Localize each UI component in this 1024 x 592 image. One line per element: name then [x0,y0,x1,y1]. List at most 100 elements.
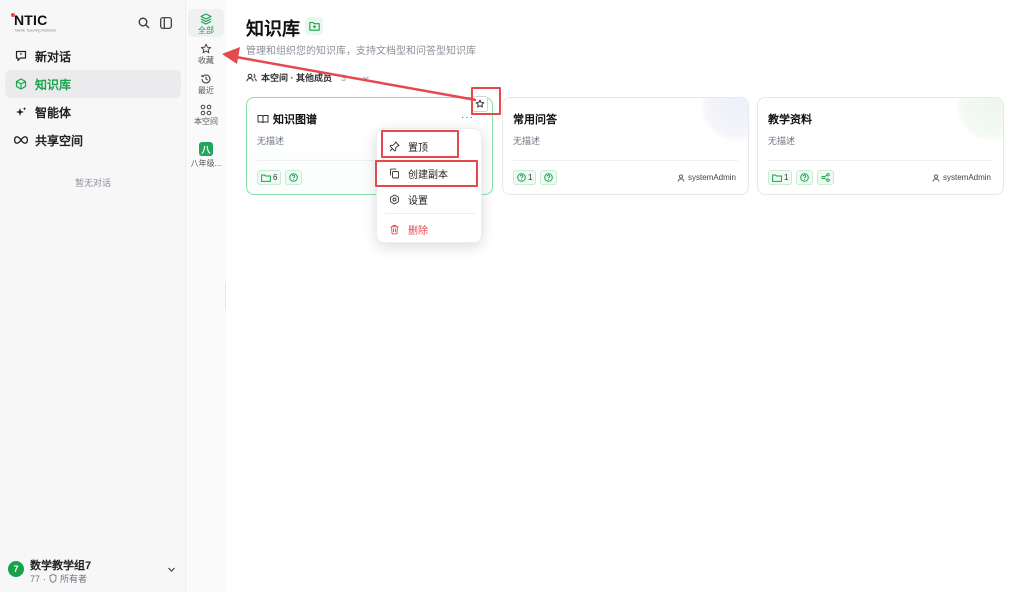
history-icon [199,72,213,85]
copy-icon [390,168,399,178]
divider [768,160,993,161]
qa-tag [796,170,814,185]
brand-logo[interactable]: NTIC Nantic Teaching Assistant [11,12,56,34]
tag-count: 1 [528,173,533,182]
sidebar-item-knowledge-base[interactable]: 知识库 [5,70,181,98]
folder-plus-icon [308,21,320,31]
rail-item-this-space[interactable]: 本空间 [188,103,224,127]
cube-icon [14,77,28,91]
book-icon [257,115,269,124]
folder-icon [261,174,271,182]
card-tags: 6 [257,170,303,185]
more-icon[interactable]: ··· [461,112,474,123]
chevron-down-icon [363,75,369,80]
rail-item-recent[interactable]: 最近 [188,72,224,96]
add-folder-button[interactable] [305,17,323,35]
folder-count-tag: 1 [768,170,793,185]
space-filter[interactable]: 本空间 · 其他成员 3 [246,71,370,84]
sidebar-item-new-chat[interactable]: 新对话 [5,42,181,70]
user-profile[interactable]: 7 数学教学组7 77 · 所有者 [8,554,180,586]
card-owner: systemAdmin [932,173,991,182]
help-icon [289,173,299,182]
space-count: 3 [341,72,347,83]
rail-item-favorites[interactable]: 收藏 [188,42,224,66]
chevron-down-icon[interactable] [167,563,176,577]
owner-name: systemAdmin [942,173,991,182]
user-role: 所有者 [60,574,88,584]
menu-item-settings[interactable]: 设置 [385,188,477,210]
menu-item-label: 删除 [408,225,428,237]
card-title-text: 知识图谱 [273,114,317,126]
sidebar-nav: 新对话 知识库 智能体 共享空间 [5,42,181,154]
user-icon [677,173,685,182]
folder-count-tag: 6 [257,170,282,185]
search-icon[interactable] [137,16,151,30]
sidebar-item-label: 知识库 [35,77,72,92]
rail-item-all[interactable]: 全部 [188,9,224,37]
users-icon [246,73,257,82]
sidebar-toggle-icon[interactable] [159,16,173,30]
trash-icon [390,224,399,234]
card-decoration [700,98,748,142]
sparkle-icon [14,105,28,119]
card-description: 无描述 [257,136,285,146]
menu-item-delete[interactable]: 删除 [385,218,477,240]
space-chip: 八 [199,142,213,156]
qa-tag [285,170,303,185]
brand-tagline: Nantic Teaching Assistant [15,28,56,33]
card-owner: systemAdmin [677,173,736,182]
share-tag [817,170,835,185]
avatar: 7 [8,561,24,577]
user-name: 数学教学组7 [30,560,92,572]
rail-item-label: 收藏 [198,56,214,65]
card-title: 教学资料 [768,111,812,127]
menu-divider [385,213,475,214]
infinity-icon [14,133,28,147]
favorite-button[interactable] [472,96,488,112]
layers-icon [199,12,213,25]
page-title: 知识库 [246,19,300,39]
rail-item-label: 最近 [198,86,214,95]
sidebar-item-label: 智能体 [35,105,72,120]
menu-item-label: 创建副本 [408,169,448,181]
card-description: 无描述 [768,136,796,146]
card-title: 知识图谱 [257,111,317,127]
sidebar-item-label: 共享空间 [35,133,84,148]
knowledge-base-card[interactable]: 教学资料 无描述 1 systemAdmin [757,97,1004,195]
card-context-menu: 置顶 创建副本 设置 删除 [376,128,482,243]
card-decoration [955,98,1003,142]
sidebar-item-agents[interactable]: 智能体 [5,98,181,126]
star-icon [199,42,213,55]
card-tags: 1 [768,170,835,185]
rail-item-label: 全部 [198,26,214,35]
sidebar: NTIC Nantic Teaching Assistant 新对话 知识库 智… [0,0,186,592]
space-icon [199,103,213,116]
gear-icon [390,194,399,204]
owner-name: systemAdmin [687,173,736,182]
folder-icon [772,174,782,182]
card-title: 常用问答 [513,111,557,127]
sidebar-item-label: 新对话 [35,49,72,64]
qa-count-tag: 1 [513,170,537,185]
menu-item-duplicate[interactable]: 创建副本 [385,162,477,184]
sidebar-item-shared-space[interactable]: 共享空间 [5,126,181,154]
help-icon [800,173,810,182]
filter-rail: 全部 收藏 最近 本空间 八 八年级... [186,0,226,592]
qa-tag [540,170,558,185]
user-id: 77 [30,573,41,584]
knowledge-base-card[interactable]: 常用问答 无描述 1 systemAdmin [502,97,749,195]
tag-count: 6 [273,173,278,182]
card-tags: 1 [513,170,558,185]
rail-item-grade-eight[interactable]: 八 八年级... [188,142,224,169]
pin-icon [389,141,400,151]
rail-item-label: 本空间 [194,117,218,126]
card-title-text: 常用问答 [513,114,557,126]
tag-count: 1 [784,173,789,182]
shield-icon [49,574,57,583]
user-icon [932,173,940,182]
chat-icon [14,49,28,63]
help-icon [517,173,526,182]
menu-item-label: 设置 [408,195,428,207]
menu-item-pin[interactable]: 置顶 [385,135,477,157]
menu-item-label: 置顶 [408,142,428,154]
